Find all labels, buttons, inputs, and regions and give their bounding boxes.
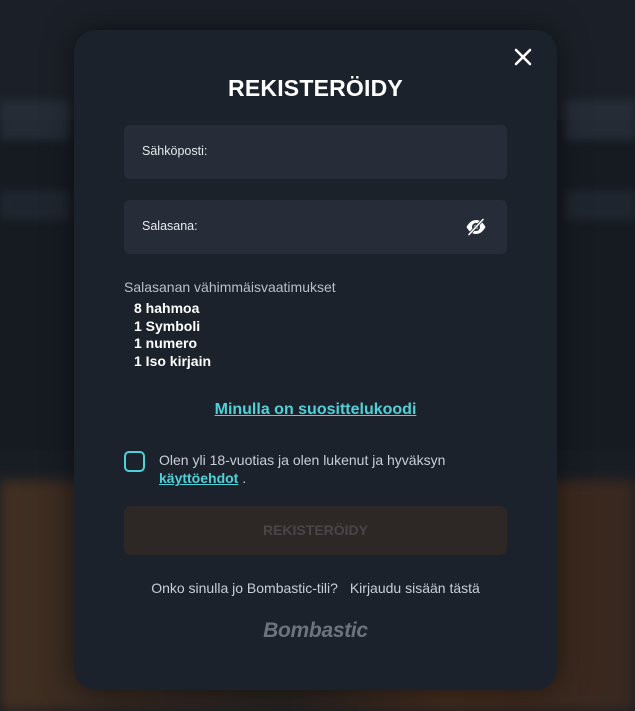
terms-text: Olen yli 18-vuotias ja olen lukenut ja h…	[159, 451, 499, 487]
requirement-item: 1 Symboli	[134, 317, 201, 334]
close-icon[interactable]	[513, 47, 533, 67]
password-input[interactable]	[232, 210, 466, 246]
password-label: Salasana:	[142, 219, 198, 233]
terms-link[interactable]: käyttöehdot	[159, 470, 238, 486]
backdrop-blur-left	[0, 100, 70, 140]
brand-logo: Bombastic	[263, 619, 368, 642]
password-requirements-list: 8 hahmoa 1 Symboli 1 numero 1 Iso kirjai…	[134, 300, 211, 370]
password-requirements-heading: Salasanan vähimmäisvaatimukset	[124, 279, 336, 295]
modal-title: REKISTERÖIDY	[228, 75, 403, 101]
referral-code-link[interactable]: Minulla on suosittelukoodi	[74, 401, 557, 419]
backdrop-blur-right	[565, 100, 635, 140]
requirement-item: 1 numero	[134, 335, 198, 351]
register-modal: REKISTERÖIDY Sähköposti: Salasana: Salas…	[74, 30, 557, 690]
email-label: Sähköposti:	[142, 144, 208, 158]
register-button[interactable]: REKISTERÖIDY	[124, 506, 507, 555]
login-question: Onko sinulla jo Bombastic-tili?	[151, 580, 338, 596]
password-field[interactable]: Salasana:	[124, 200, 507, 254]
backdrop-blur-right-2	[565, 190, 635, 220]
terms-statement: Olen yli 18-vuotias ja olen lukenut ja h…	[159, 452, 446, 468]
email-field[interactable]: Sähköposti:	[124, 125, 507, 179]
terms-checkbox[interactable]	[124, 451, 145, 472]
login-link[interactable]: Kirjaudu sisään tästä	[350, 580, 480, 596]
requirement-item: 1 Iso kirjain	[134, 352, 212, 369]
terms-suffix: .	[238, 470, 247, 486]
eye-hidden-icon[interactable]	[465, 217, 487, 237]
backdrop-blur-left-2	[0, 190, 70, 220]
email-input[interactable]	[232, 135, 466, 171]
login-prompt: Onko sinulla jo Bombastic-tili? Kirjaudu…	[74, 580, 557, 596]
requirement-item: 8 hahmoa	[134, 300, 200, 316]
